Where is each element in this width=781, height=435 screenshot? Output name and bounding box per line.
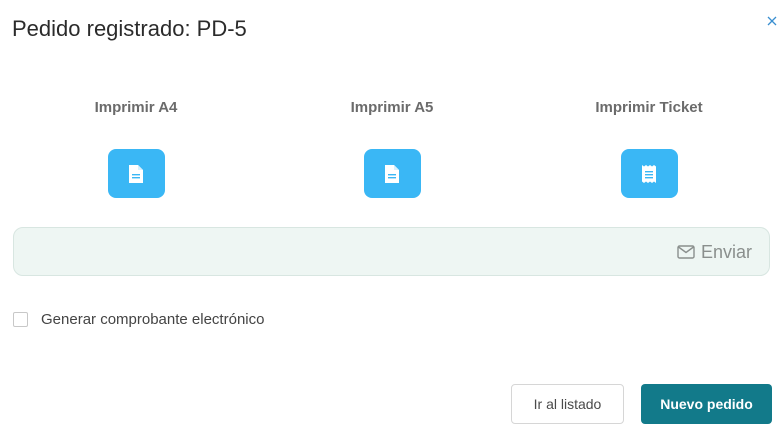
electronic-receipt-checkbox[interactable] (13, 312, 28, 327)
document-icon (129, 164, 143, 183)
dialog-title: Pedido registrado: PD-5 (12, 16, 247, 41)
close-icon[interactable] (765, 14, 779, 28)
document-icon (385, 164, 399, 183)
go-to-list-button[interactable]: Ir al listado (511, 384, 624, 424)
print-a4-button[interactable] (107, 149, 165, 198)
print-a4-label: Imprimir A4 (94, 99, 178, 116)
send-button[interactable]: Enviar (677, 240, 752, 264)
print-a5-option: Imprimir A5 (312, 98, 472, 198)
print-ticket-label: Imprimir Ticket (595, 99, 703, 116)
envelope-icon (677, 245, 695, 259)
send-label: Enviar (700, 241, 752, 262)
send-email-bar: Enviar (13, 227, 770, 276)
receipt-icon (642, 164, 656, 183)
print-ticket-button[interactable] (620, 149, 678, 198)
print-a4-option: Imprimir A4 (56, 98, 216, 198)
print-a5-label: Imprimir A5 (350, 99, 434, 116)
new-order-button[interactable]: Nuevo pedido (641, 384, 772, 424)
print-ticket-option: Imprimir Ticket (569, 98, 729, 198)
electronic-receipt-row: Generar comprobante electrónico (13, 311, 264, 328)
electronic-receipt-label[interactable]: Generar comprobante electrónico (41, 311, 264, 328)
print-a5-button[interactable] (363, 149, 421, 198)
